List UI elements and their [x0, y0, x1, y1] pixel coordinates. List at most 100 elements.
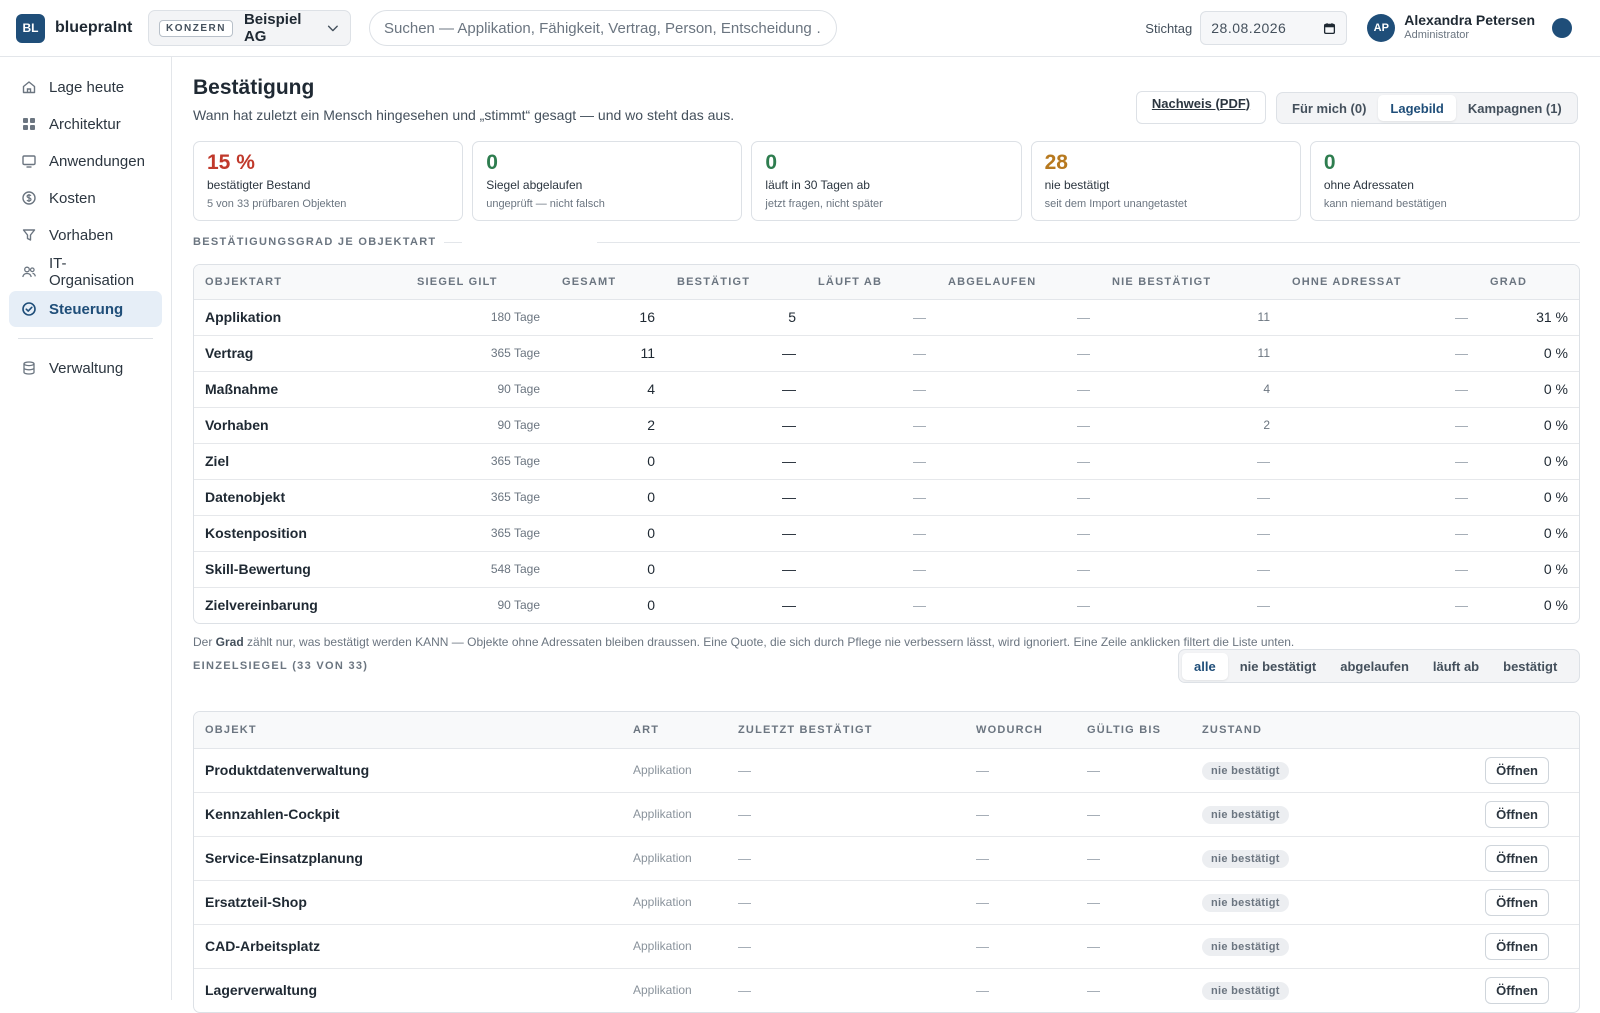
chevron-down-icon	[328, 25, 339, 32]
cell-nie-bestaetigt: 11	[1101, 299, 1281, 336]
table-row[interactable]: Ziel 365 Tage 0— — — — —0 %	[194, 443, 1579, 480]
page-title: Bestätigung	[193, 76, 315, 99]
column-header[interactable]: GESAMT	[551, 265, 666, 300]
cell-grad: 0 %	[1479, 371, 1579, 408]
column-header[interactable]: OHNE ADRESSAT	[1281, 265, 1479, 300]
table-row[interactable]: Maßnahme 90 Tage 4— — —4—0 %	[194, 371, 1579, 408]
sidebar-item-vorhaben[interactable]: Vorhaben	[9, 217, 162, 253]
open-button[interactable]: Öffnen	[1485, 756, 1549, 784]
cell-grad: 0 %	[1479, 335, 1579, 372]
search-box[interactable]	[369, 10, 837, 46]
table-row[interactable]: Kostenposition 365 Tage 0— — — — —0 %	[194, 515, 1579, 552]
cell-gesamt: 0	[551, 515, 666, 552]
cell-objektart: Zielvereinbarung	[205, 597, 318, 614]
status-badge: nie bestätigt	[1202, 981, 1289, 1000]
table-row[interactable]: Datenobjekt 365 Tage 0— — — — —0 %	[194, 479, 1579, 516]
column-header[interactable]: ART	[622, 712, 727, 749]
search-input[interactable]	[384, 19, 822, 37]
column-header[interactable]: OBJEKTART	[194, 265, 406, 300]
sidebar-item-steuerung[interactable]: Steuerung	[9, 291, 162, 327]
column-header[interactable]: ABGELAUFEN	[937, 265, 1101, 300]
open-button[interactable]: Öffnen	[1485, 844, 1549, 872]
filter-nie-bestaetigt[interactable]: nie bestätigt	[1228, 653, 1329, 680]
table-row[interactable]: Vorhaben 90 Tage 2— — —2—0 %	[194, 407, 1579, 444]
filter-bestaetigt[interactable]: bestätigt	[1491, 653, 1569, 680]
cell-siegel-gilt: 365 Tage	[406, 335, 551, 372]
cell-objekt: CAD-Arbeitsplatz	[194, 924, 622, 969]
calendar-icon[interactable]	[1323, 22, 1336, 35]
cell-laeuft-ab: —	[807, 443, 937, 480]
cell-siegel-gilt: 365 Tage	[406, 515, 551, 552]
status-badge: nie bestätigt	[1202, 805, 1289, 824]
tenant-switcher[interactable]: KONZERN Beispiel AG	[148, 10, 351, 46]
cell-gueltig-bis: —	[1076, 924, 1191, 969]
sidebar-item-architektur[interactable]: Architektur	[9, 106, 162, 142]
column-header[interactable]: NIE BESTÄTIGT	[1101, 265, 1281, 300]
cell-grad: 0 %	[1479, 407, 1579, 444]
cell-gueltig-bis: —	[1076, 748, 1191, 793]
sidebar-item-anwendungen[interactable]: Anwendungen	[9, 143, 162, 179]
cell-abgelaufen: —	[937, 479, 1101, 516]
tab-fuer-mich[interactable]: Für mich (0)	[1280, 95, 1378, 121]
monitor-icon	[22, 155, 36, 168]
open-button[interactable]: Öffnen	[1485, 932, 1549, 960]
table-row[interactable]: Vertrag 365 Tage 11— — —11—0 %	[194, 335, 1579, 372]
status-badge: nie bestätigt	[1202, 937, 1289, 956]
cell-abgelaufen: —	[937, 407, 1101, 444]
open-button[interactable]: Öffnen	[1485, 800, 1549, 828]
cell-siegel-gilt: 548 Tage	[406, 551, 551, 588]
cell-objekt: Kennzahlen-Cockpit	[194, 792, 622, 837]
filter-abgelaufen[interactable]: abgelaufen	[1328, 653, 1421, 680]
column-header[interactable]: LÄUFT AB	[807, 265, 937, 300]
status-indicator[interactable]	[1552, 18, 1572, 38]
column-header[interactable]: WODURCH	[965, 712, 1076, 749]
open-button[interactable]: Öffnen	[1485, 888, 1549, 916]
tab-lagebild[interactable]: Lagebild	[1378, 95, 1456, 121]
cell-laeuft-ab: —	[807, 515, 937, 552]
cell-nie-bestaetigt: —	[1101, 551, 1281, 588]
brand[interactable]: BL bluepraInt	[16, 13, 146, 43]
cell-bestaetigt: —	[666, 443, 807, 480]
cell-bestaetigt: —	[666, 371, 807, 408]
kpi-note: kann niemand bestätigen	[1323, 198, 1447, 210]
status-badge: nie bestätigt	[1202, 761, 1289, 780]
cell-gueltig-bis: —	[1076, 836, 1191, 881]
sidebar-item-label: Steuerung	[49, 300, 124, 318]
column-header[interactable]: GRAD	[1479, 265, 1579, 300]
table-header-row: OBJEKT ART ZULETZT BESTÄTIGT WODURCH GÜL…	[194, 712, 1579, 749]
table-row[interactable]: Applikation 180 Tage 16 5— —11—31 %	[194, 299, 1579, 336]
cell-nie-bestaetigt: —	[1101, 515, 1281, 552]
sidebar-item-it-organisation[interactable]: IT-Organisation	[9, 254, 162, 290]
filter-alle[interactable]: alle	[1182, 652, 1228, 680]
column-header[interactable]: SIEGEL GILT	[406, 265, 551, 300]
cell-wodurch: —	[965, 792, 1076, 837]
sidebar-item-verwaltung[interactable]: Verwaltung	[9, 350, 162, 386]
table-header-row: OBJEKTART SIEGEL GILT GESAMT BESTÄTIGT L…	[194, 265, 1579, 300]
cell-objektart: Vertrag	[194, 335, 406, 372]
filter-laeuft-ab[interactable]: läuft ab	[1421, 653, 1491, 680]
cell-laeuft-ab: —	[807, 479, 937, 516]
cell-abgelaufen: —	[937, 551, 1101, 588]
sidebar-item-kosten[interactable]: Kosten	[9, 180, 162, 216]
table-row: Lagerverwaltung Applikation — — — nie bestäti…	[194, 968, 1579, 1012]
cell-zustand: nie bestätigt	[1191, 924, 1421, 969]
section-label-text: EINZELSIEGEL (33 VON 33)	[193, 660, 369, 672]
stichtag-date-input[interactable]: 28.08.2026	[1200, 11, 1348, 45]
sidebar-item-lage-heute[interactable]: Lage heute	[9, 69, 162, 105]
table-row[interactable]: Skill-Bewertung 548 Tage 0— — — — —0 %	[194, 551, 1579, 588]
table-row[interactable]: Zielvereinbarung 90 Tage 0 — — — — — 0 %	[194, 587, 1579, 623]
cell-laeuft-ab: —	[807, 407, 937, 444]
user-menu[interactable]: AP Alexandra Petersen Administrator	[1367, 13, 1535, 43]
column-header[interactable]: ZULETZT BESTÄTIGT	[727, 712, 965, 749]
column-header[interactable]: OBJEKT	[194, 712, 622, 749]
cell-zuletzt-bestaetigt: —	[727, 880, 965, 925]
column-header[interactable]: BESTÄTIGT	[666, 265, 807, 300]
tab-kampagnen[interactable]: Kampagnen (1)	[1456, 95, 1574, 121]
kpi-value: 28	[1044, 151, 1068, 174]
column-header[interactable]: GÜLTIG BIS	[1076, 712, 1191, 749]
kpi-label: läuft in 30 Tagen ab	[765, 178, 870, 192]
cell-objektart: Datenobjekt	[194, 479, 406, 516]
kpi-card-laeuft-ab: 0 läuft in 30 Tagen ab jetzt fragen, nic…	[751, 141, 1022, 221]
column-header[interactable]: ZUSTAND	[1191, 712, 1421, 749]
pdf-export-button[interactable]: Nachweis (PDF)	[1136, 91, 1266, 124]
